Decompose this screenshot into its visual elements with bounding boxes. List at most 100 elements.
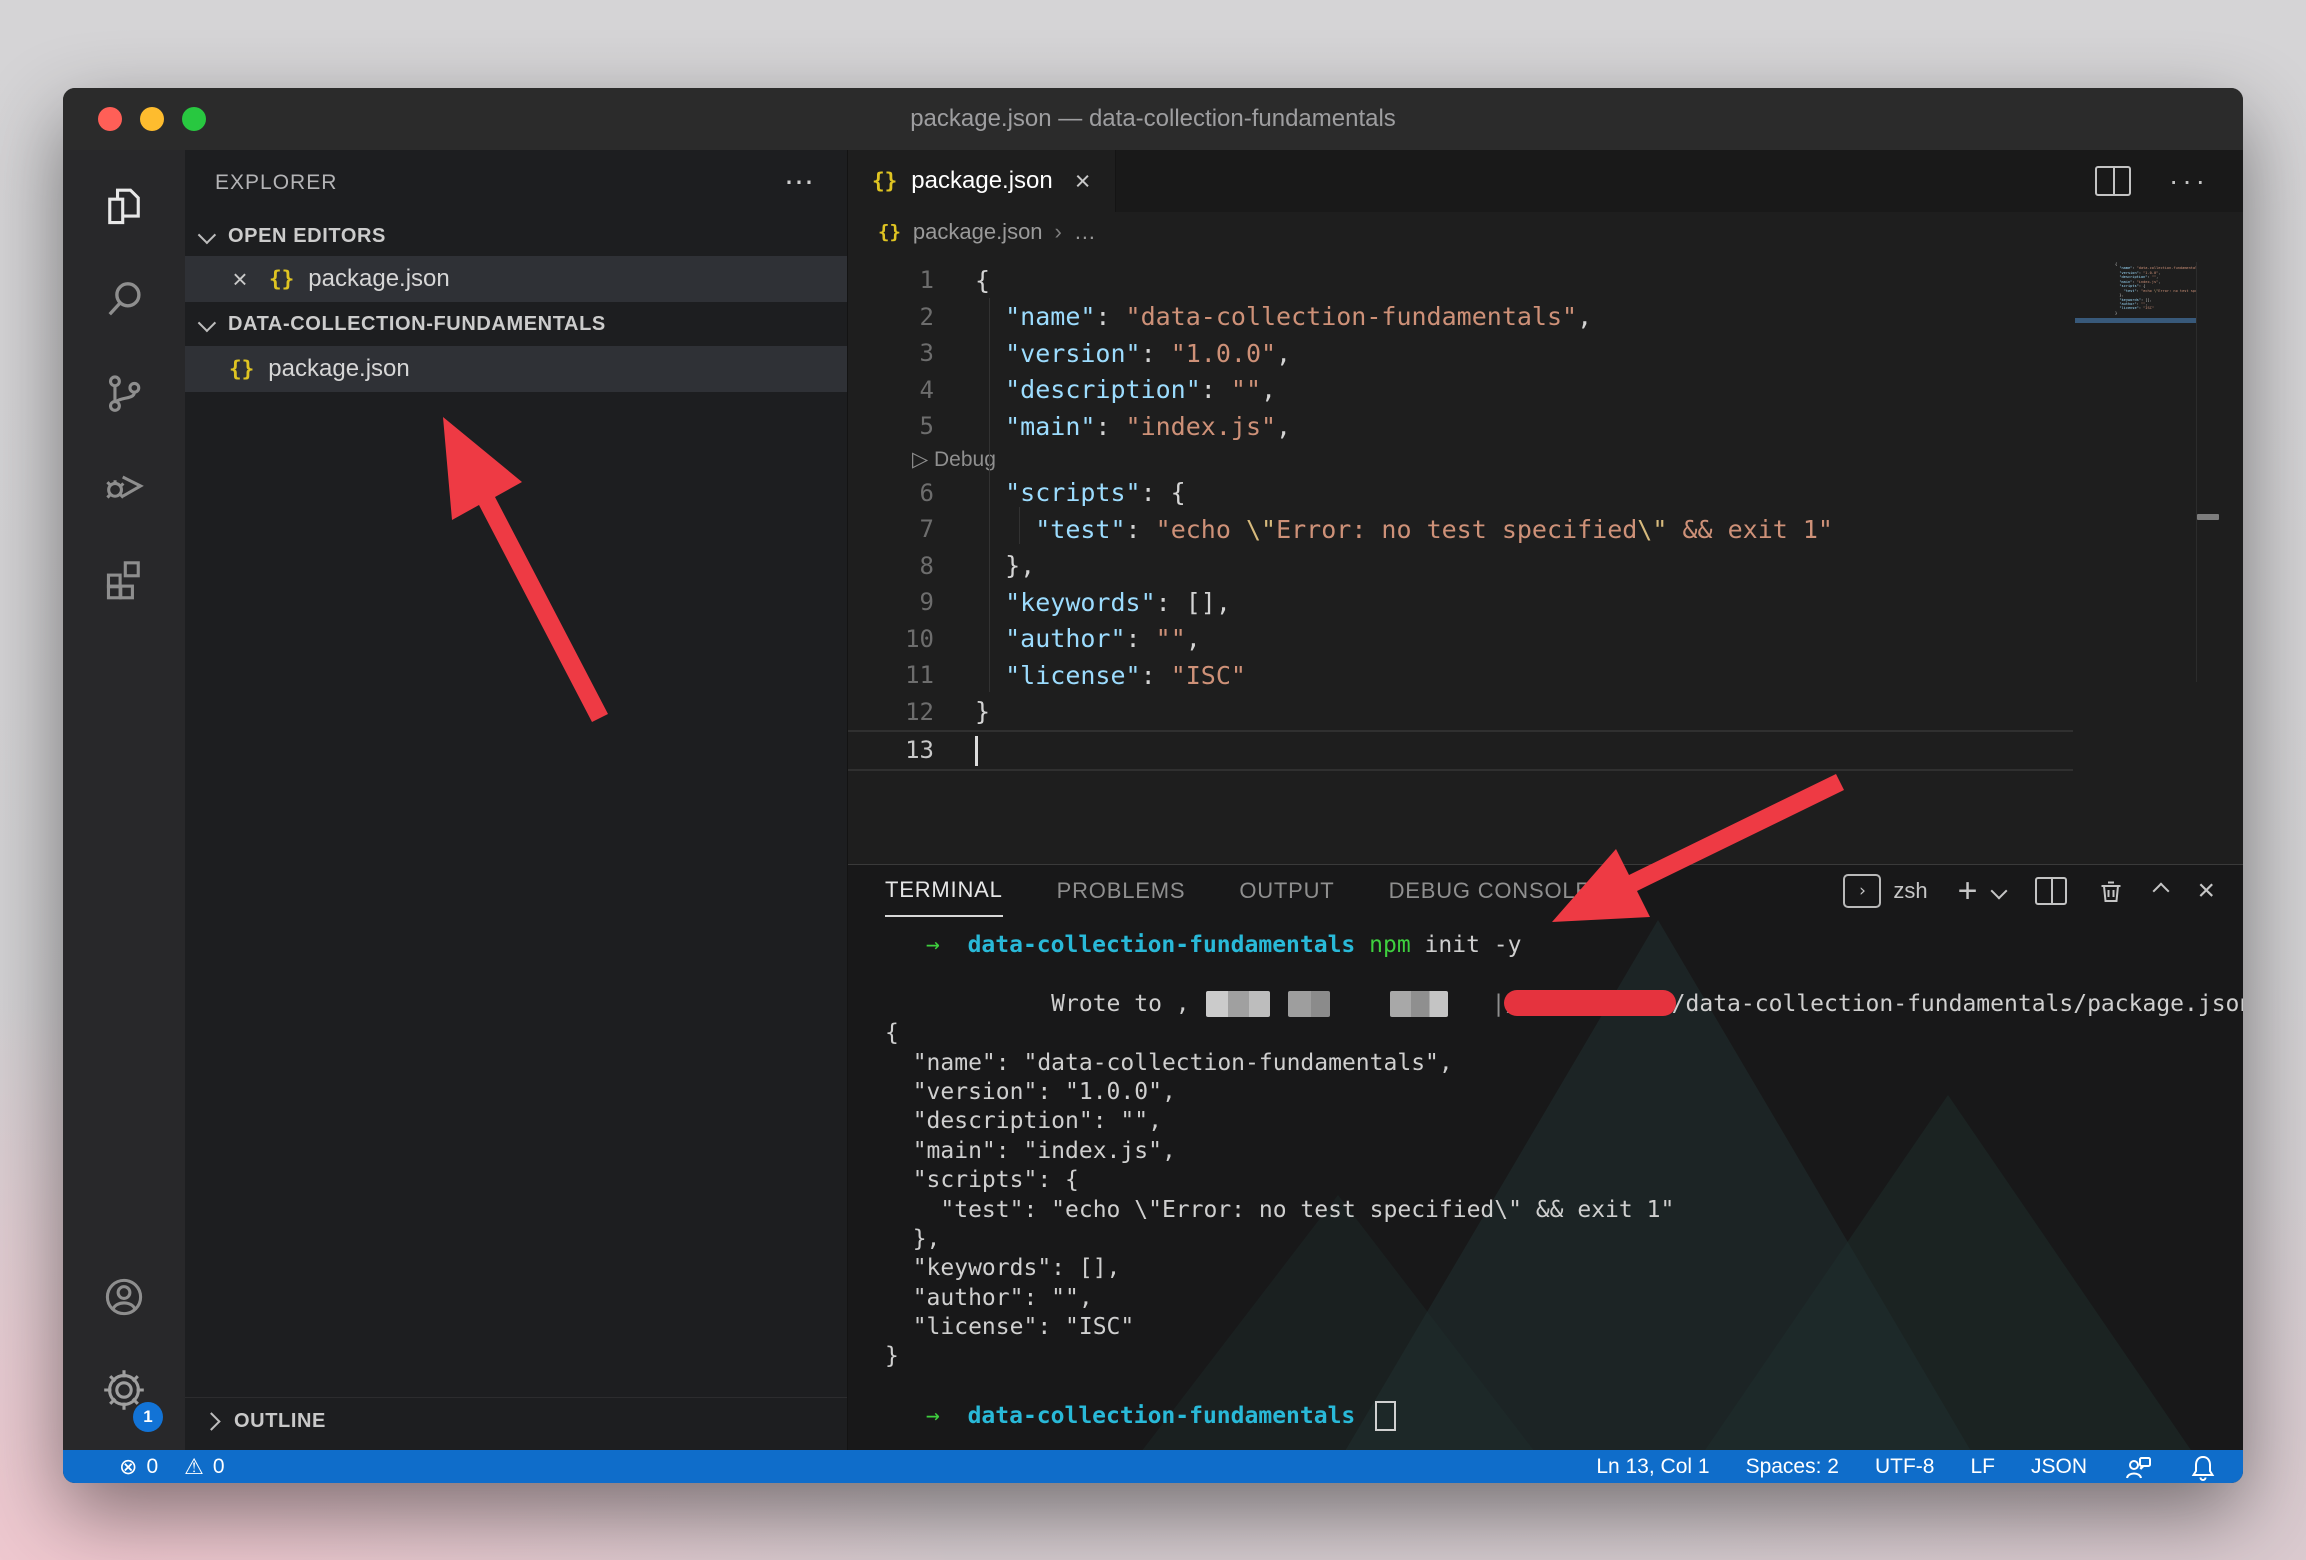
open-editors-header[interactable]: OPEN EDITORS xyxy=(185,216,847,256)
new-terminal-icon[interactable]: + xyxy=(1958,872,1978,911)
code-line: 2 "name": "data-collection-fundamentals"… xyxy=(848,299,2073,336)
code-editor[interactable]: 1{2 "name": "data-collection-fundamental… xyxy=(848,252,2243,864)
breadcrumb-more[interactable]: … xyxy=(1074,219,1096,245)
feedback-icon[interactable] xyxy=(2123,1452,2153,1482)
terminal-line: } xyxy=(885,1342,2227,1371)
tree-item-label: package.json xyxy=(268,355,409,383)
folder-section-header[interactable]: DATA-COLLECTION-FUNDAMENTALS xyxy=(185,302,847,346)
terminal-line: "version": "1.0.0", xyxy=(885,1078,2227,1107)
redaction-mosaic xyxy=(1288,991,1330,1017)
split-terminal-icon[interactable] xyxy=(2035,877,2067,905)
open-editor-package-json[interactable]: × {} package.json xyxy=(185,256,847,302)
kill-terminal-icon[interactable] xyxy=(2097,877,2125,905)
explorer-icon[interactable] xyxy=(63,160,185,253)
redaction-marker xyxy=(1504,990,1676,1016)
code-line: 13 xyxy=(848,730,2073,771)
search-icon[interactable] xyxy=(63,253,185,346)
breadcrumb[interactable]: {} package.json › … xyxy=(848,212,2243,252)
code-line: 8 }, xyxy=(848,548,2073,585)
editor-scrollbar[interactable] xyxy=(2197,514,2219,520)
terminal-content[interactable]: → data-collection-fundamentals npm init … xyxy=(885,931,2227,1450)
indent-guide xyxy=(989,298,990,692)
terminal-shell-icon[interactable]: › xyxy=(1843,874,1881,908)
editor-group: {} package.json × ··· {} package.json › … xyxy=(848,150,2243,1450)
terminal-line: { xyxy=(885,1019,2227,1048)
errors-status[interactable]: ⊗ 0 xyxy=(119,1455,158,1479)
code-line: 9 "keywords": [], xyxy=(848,584,2073,621)
split-editor-icon[interactable] xyxy=(2095,166,2131,196)
eol-status[interactable]: LF xyxy=(1970,1455,1995,1479)
code-line: 7 "test": "echo \"Error: no test specifi… xyxy=(848,511,2073,548)
error-icon: ⊗ xyxy=(119,1456,137,1478)
close-icon[interactable]: × xyxy=(225,264,255,295)
chevron-down-icon xyxy=(198,313,216,331)
terminal-line xyxy=(885,1372,2227,1401)
outline-section-header[interactable]: OUTLINE xyxy=(185,1397,847,1444)
source-control-icon[interactable] xyxy=(63,346,185,439)
activity-bar: 1 xyxy=(63,150,185,1450)
minimap-current-line xyxy=(2075,318,2196,323)
code-line: 12} xyxy=(848,694,2073,731)
settings-gear-icon[interactable]: 1 xyxy=(63,1342,185,1438)
terminal-line: "test": "echo \"Error: no test specified… xyxy=(885,1196,2227,1225)
json-file-icon: {} xyxy=(229,357,254,381)
terminal-panel: TERMINAL PROBLEMS OUTPUT DEBUG CONSOLE ›… xyxy=(848,864,2243,1450)
titlebar: package.json — data-collection-fundament… xyxy=(63,88,2243,150)
tab-terminal[interactable]: TERMINAL xyxy=(885,865,1003,917)
tab-debug-console[interactable]: DEBUG CONSOLE xyxy=(1389,865,1591,917)
warnings-status[interactable]: ⚠ 0 xyxy=(184,1455,224,1479)
extensions-icon[interactable] xyxy=(63,532,185,625)
editor-tab-bar: {} package.json × ··· xyxy=(848,150,2243,212)
json-file-icon: {} xyxy=(878,221,901,243)
warning-icon: ⚠ xyxy=(184,1456,204,1478)
minimize-window-button[interactable] xyxy=(140,107,164,131)
terminal-line: "author": "", xyxy=(885,1284,2227,1313)
status-bar: ⊗ 0 ⚠ 0 Ln 13, Col 1 Spaces: 2 UTF-8 LF … xyxy=(63,1450,2243,1483)
explorer-more-actions-icon[interactable]: ⋯ xyxy=(784,178,817,188)
tree-item-package-json[interactable]: {} package.json xyxy=(185,346,847,392)
redaction-mosaic xyxy=(1206,991,1270,1017)
terminal-line: "license": "ISC" xyxy=(885,1313,2227,1342)
close-window-button[interactable] xyxy=(98,107,122,131)
breadcrumb-file[interactable]: package.json xyxy=(913,219,1043,245)
vscode-window: package.json — data-collection-fundament… xyxy=(63,88,2243,1483)
code-line: 11 "license": "ISC" xyxy=(848,657,2073,694)
maximize-window-button[interactable] xyxy=(182,107,206,131)
code-line: 10 "author": "", xyxy=(848,621,2073,658)
redaction-mosaic xyxy=(1390,991,1448,1017)
language-mode-status[interactable]: JSON xyxy=(2031,1455,2087,1479)
breadcrumb-separator: › xyxy=(1055,219,1062,245)
terminal-line: }, xyxy=(885,1225,2227,1254)
encoding-status[interactable]: UTF-8 xyxy=(1875,1455,1935,1479)
code-line: 6 "scripts": { xyxy=(848,475,2073,512)
chevron-right-icon xyxy=(202,1412,220,1430)
explorer-sidebar: EXPLORER ⋯ OPEN EDITORS × {} package.jso… xyxy=(185,150,848,1450)
account-icon[interactable] xyxy=(63,1252,185,1342)
json-file-icon: {} xyxy=(872,169,897,193)
indentation-status[interactable]: Spaces: 2 xyxy=(1746,1455,1839,1479)
close-tab-icon[interactable]: × xyxy=(1075,166,1091,197)
terminal-line: → data-collection-fundamentals xyxy=(885,1401,2227,1430)
shell-label: zsh xyxy=(1893,878,1927,904)
editor-more-actions-icon[interactable]: ··· xyxy=(2169,176,2209,186)
window-title: package.json — data-collection-fundament… xyxy=(910,105,1396,133)
cursor-position-status[interactable]: Ln 13, Col 1 xyxy=(1596,1455,1709,1479)
terminal-line: → data-collection-fundamentals npm init … xyxy=(885,931,2227,960)
tab-package-json[interactable]: {} package.json × xyxy=(848,150,1116,212)
maximize-panel-icon[interactable] xyxy=(2153,883,2170,900)
terminal-dropdown-icon[interactable] xyxy=(1991,883,2008,900)
tab-output[interactable]: OUTPUT xyxy=(1239,865,1334,917)
run-debug-icon[interactable] xyxy=(63,439,185,532)
terminal-line: "description": "", xyxy=(885,1107,2227,1136)
close-panel-icon[interactable]: × xyxy=(2197,874,2215,908)
traffic-lights xyxy=(98,107,206,131)
terminal-wrote-line: Wrote to ,|/IPlayground/data-collection-… xyxy=(885,960,2227,989)
minimap[interactable]: { "name": "data-collection-fundamentals"… xyxy=(2074,262,2197,682)
code-line: ▷ Debug xyxy=(848,445,2073,475)
terminal-line: "name": "data-collection-fundamentals", xyxy=(885,1049,2227,1078)
tab-problems[interactable]: PROBLEMS xyxy=(1057,865,1186,917)
panel-header: TERMINAL PROBLEMS OUTPUT DEBUG CONSOLE ›… xyxy=(848,865,2243,917)
notifications-bell-icon[interactable] xyxy=(2189,1452,2217,1482)
indent-guide xyxy=(1019,507,1020,544)
code-line: 4 "description": "", xyxy=(848,372,2073,409)
